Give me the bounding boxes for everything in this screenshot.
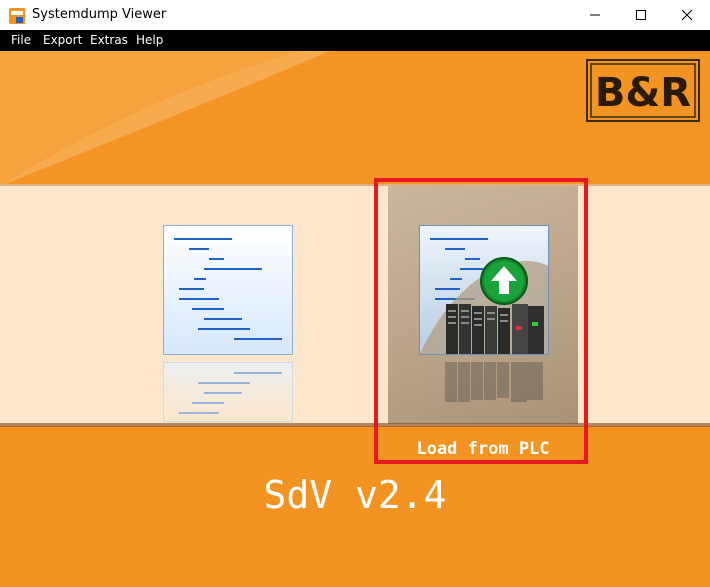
br-logo: B&R: [586, 59, 700, 122]
app-icon: [9, 8, 25, 24]
close-button[interactable]: [664, 0, 710, 30]
menu-export[interactable]: Export: [43, 33, 82, 47]
minimize-icon: [590, 14, 600, 16]
open-dump-tile-reflection: [163, 362, 293, 422]
close-icon: [681, 9, 693, 21]
title-bar: Systemdump Viewer: [0, 0, 710, 30]
document-icon: [174, 238, 282, 340]
menu-help[interactable]: Help: [136, 33, 163, 47]
document-reflection-icon: [179, 372, 282, 414]
main-area: B&R Load from PLC SdV v2.4: [0, 51, 710, 587]
logo-text: B&R: [595, 70, 691, 116]
maximize-icon: [636, 10, 646, 20]
menu-bar: File Export Extras Help: [0, 30, 710, 51]
menu-file[interactable]: File: [11, 33, 31, 47]
action-band: [0, 186, 710, 426]
load-from-plc-label[interactable]: Load from PLC: [388, 439, 578, 459]
menu-extras[interactable]: Extras: [90, 33, 128, 47]
window-title: Systemdump Viewer: [32, 7, 167, 22]
minimize-button[interactable]: [572, 0, 618, 30]
open-dump-tile[interactable]: [163, 225, 293, 355]
selection-highlight: [374, 178, 588, 464]
band-divider-bottom: [0, 423, 710, 427]
version-label: SdV v2.4: [263, 473, 447, 517]
maximize-button[interactable]: [618, 0, 664, 30]
